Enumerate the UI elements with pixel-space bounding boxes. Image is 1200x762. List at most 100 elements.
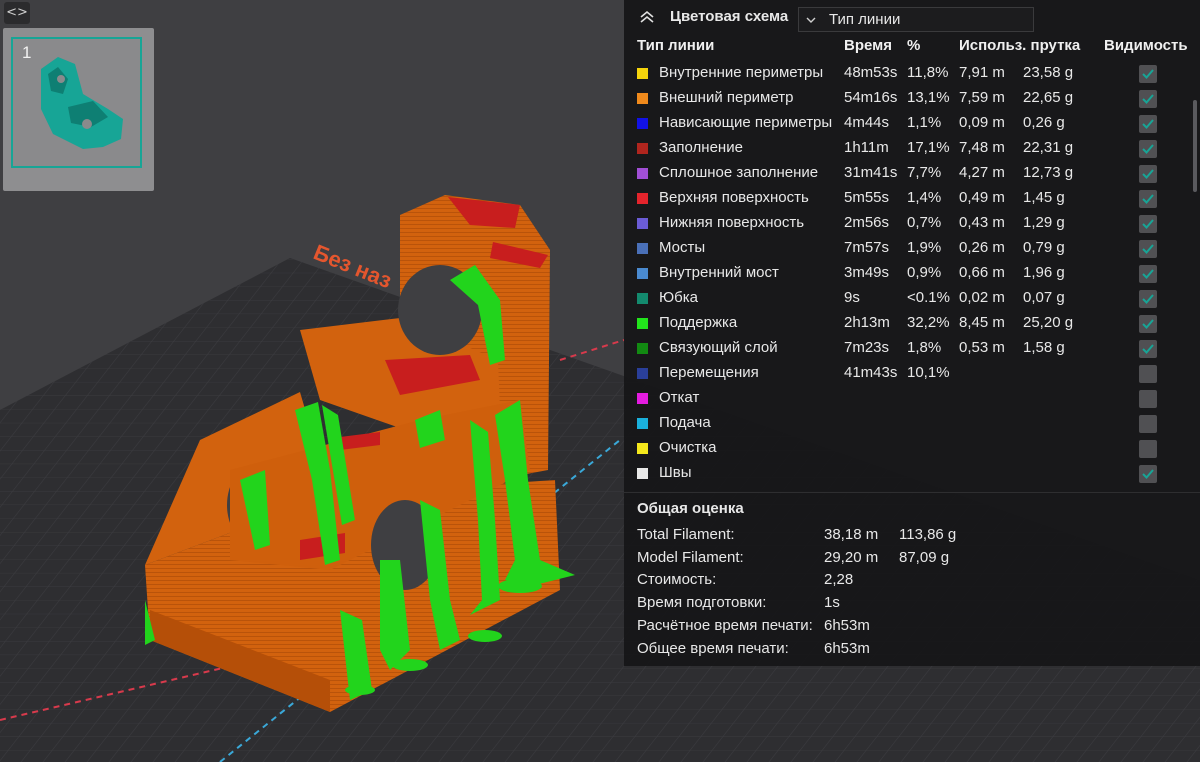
color-swatch — [637, 218, 648, 229]
legend-row: Поддержка 2h13m 32,2% 8,45 m 25,20 g — [624, 311, 1200, 336]
column-header-usage: Использ. прутка — [959, 37, 1081, 54]
color-swatch — [637, 243, 648, 254]
line-type-name: Мосты — [659, 239, 706, 256]
legend-row: Юбка 9s <0.1% 0,02 m 0,07 g — [624, 286, 1200, 311]
line-type-name: Поддержка — [659, 314, 738, 331]
legend-panel: Цветовая схема Тип линии Тип линии Время… — [624, 0, 1200, 666]
line-type-percent: <0.1% — [907, 289, 950, 306]
summary-title: Общая оценка — [637, 500, 744, 517]
line-type-length: 7,48 m — [959, 139, 1005, 156]
visibility-checkbox[interactable] — [1139, 340, 1157, 358]
line-type-length: 8,45 m — [959, 314, 1005, 331]
legend-scrollbar[interactable] — [1193, 100, 1197, 192]
color-swatch — [637, 93, 648, 104]
visibility-checkbox[interactable] — [1139, 465, 1157, 483]
color-swatch — [637, 143, 648, 154]
plate-thumbnail[interactable]: 1 — [3, 28, 154, 191]
checkmark-icon — [1142, 94, 1154, 104]
summary-value: 29,20 m — [824, 548, 879, 566]
legend-row: Заполнение 1h11m 17,1% 7,48 m 22,31 g — [624, 136, 1200, 161]
line-type-time: 2m56s — [844, 214, 890, 231]
summary-value-secondary: 113,86 g — [899, 526, 957, 543]
line-type-weight: 12,73 g — [1023, 164, 1074, 181]
visibility-checkbox[interactable] — [1139, 365, 1157, 383]
line-type-length: 0,66 m — [959, 264, 1005, 281]
legend-row: Откат — [624, 386, 1200, 411]
chevron-up-icon[interactable] — [638, 8, 656, 26]
line-type-weight: 25,20 g — [1023, 314, 1074, 331]
legend-row: Швы — [624, 461, 1200, 486]
line-type-name: Швы — [659, 464, 692, 481]
visibility-checkbox[interactable] — [1139, 165, 1157, 183]
line-type-weight: 0,79 g — [1023, 239, 1065, 256]
visibility-checkbox[interactable] — [1139, 215, 1157, 233]
checkmark-icon — [1142, 319, 1154, 329]
line-type-length: 0,09 m — [959, 114, 1005, 131]
line-type-time: 2h13m — [844, 314, 890, 331]
summary-label: Общее время печати: — [637, 639, 789, 657]
line-type-name: Откат — [659, 389, 700, 406]
color-swatch — [637, 318, 648, 329]
line-type-time: 7m57s — [844, 239, 890, 256]
color-swatch — [637, 68, 648, 79]
checkmark-icon — [1142, 69, 1154, 79]
line-type-name: Сплошное заполнение — [659, 164, 819, 181]
line-type-time: 1h11m — [844, 139, 889, 156]
column-header-percent: % — [907, 37, 921, 54]
line-type-time: 41m43s — [844, 364, 898, 381]
plate-thumbnail-frame[interactable]: 1 — [11, 37, 142, 168]
summary-value: 38,18 m — [824, 526, 879, 543]
line-type-percent: 10,1% — [907, 364, 950, 381]
line-type-weight: 0,26 g — [1023, 114, 1065, 131]
visibility-checkbox[interactable] — [1139, 315, 1157, 333]
line-type-weight: 23,58 g — [1023, 64, 1074, 81]
visibility-checkbox[interactable] — [1139, 290, 1157, 308]
summary-value: 2,28 — [824, 571, 854, 589]
visibility-checkbox[interactable] — [1139, 390, 1157, 408]
line-type-name: Заполнение — [659, 139, 743, 156]
color-swatch — [637, 443, 648, 454]
visibility-checkbox[interactable] — [1139, 140, 1157, 158]
line-type-name: Очистка — [659, 439, 717, 456]
visibility-checkbox[interactable] — [1139, 190, 1157, 208]
legend-header: Цветовая схема Тип линии — [624, 0, 1200, 36]
visibility-checkbox[interactable] — [1139, 90, 1157, 108]
color-swatch — [637, 343, 648, 354]
legend-row: Нависающие периметры 4m44s 1,1% 0,09 m 0,26 … — [624, 111, 1200, 136]
summary-row: Model Filament: 29,20 m 87,09 g — [624, 547, 1200, 570]
visibility-checkbox[interactable] — [1139, 65, 1157, 83]
line-type-time: 48m53s — [844, 64, 898, 81]
line-type-name: Внешний периметр — [659, 89, 794, 106]
color-swatch — [637, 468, 648, 479]
line-type-name: Перемещения — [659, 364, 759, 381]
summary-row: Стоимость: 2,28 — [624, 569, 1200, 592]
line-type-length: 0,53 m — [959, 339, 1005, 356]
column-header-visibility: Видимость — [1104, 37, 1188, 54]
line-type-length: 0,02 m — [959, 289, 1005, 306]
visibility-checkbox[interactable] — [1139, 265, 1157, 283]
collapse-sidebar-button[interactable]: <> — [4, 2, 30, 24]
checkmark-icon — [1142, 244, 1154, 254]
line-type-weight: 1,45 g — [1023, 189, 1065, 206]
visibility-checkbox[interactable] — [1139, 415, 1157, 433]
legend-divider — [624, 492, 1200, 493]
line-type-name: Внутренние периметры — [659, 64, 824, 81]
legend-row: Внутренний мост 3m49s 0,9% 0,66 m 1,96 g — [624, 261, 1200, 286]
summary-label: Total Filament: — [637, 526, 735, 543]
line-type-percent: 1,1% — [907, 114, 942, 131]
visibility-checkbox[interactable] — [1139, 240, 1157, 258]
line-type-time: 5m55s — [844, 189, 890, 206]
color-scheme-select[interactable]: Тип линии — [798, 7, 1034, 32]
line-type-length: 4,27 m — [959, 164, 1005, 181]
summary-row: Время подготовки: 1s — [624, 592, 1200, 615]
column-header-time: Время — [844, 37, 892, 54]
line-type-time: 31m41s — [844, 164, 898, 181]
checkmark-icon — [1142, 344, 1154, 354]
visibility-checkbox[interactable] — [1139, 440, 1157, 458]
line-type-length: 7,91 m — [959, 64, 1005, 81]
legend-row: Очистка — [624, 436, 1200, 461]
visibility-checkbox[interactable] — [1139, 115, 1157, 133]
checkmark-icon — [1142, 144, 1154, 154]
checkmark-icon — [1142, 194, 1154, 204]
column-header-type: Тип линии — [637, 37, 715, 54]
